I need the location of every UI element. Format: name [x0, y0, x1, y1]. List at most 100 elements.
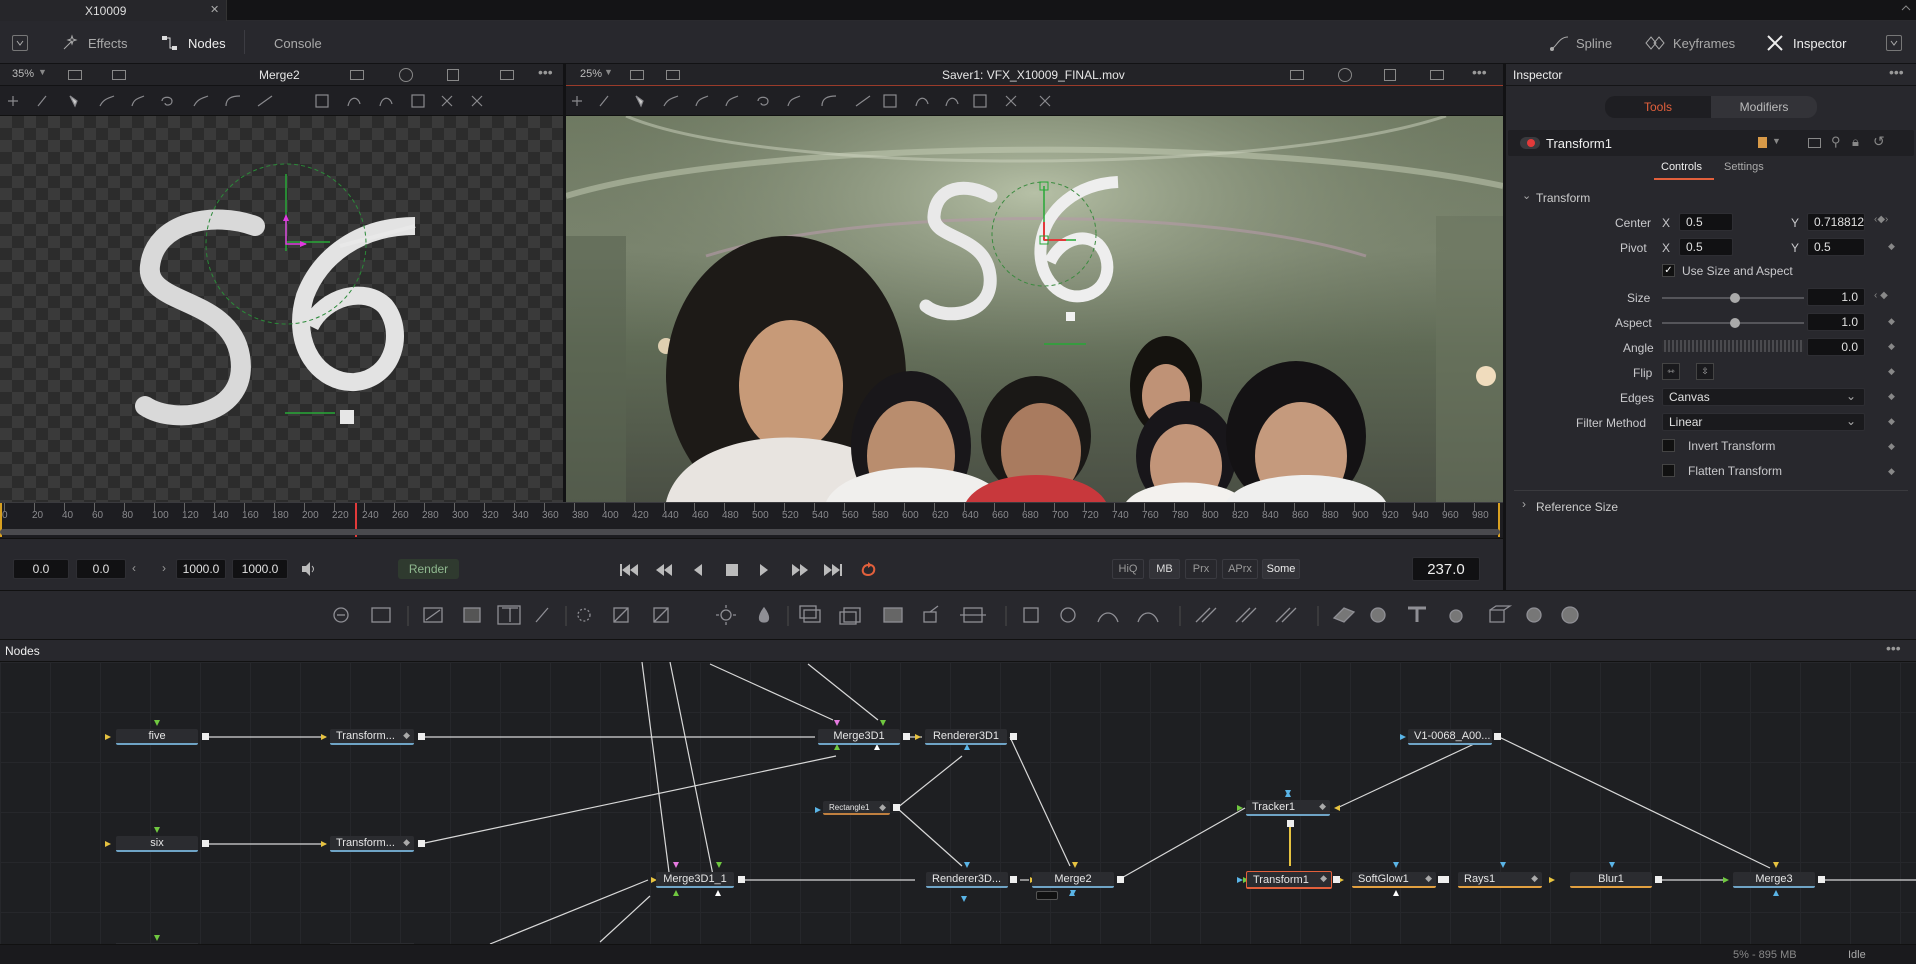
- chevron-down-icon[interactable]: ▼: [604, 67, 613, 77]
- node-v1-footage[interactable]: V1-0068_A00...: [1408, 729, 1492, 745]
- lock-icon[interactable]: 🔒︎: [1852, 134, 1859, 150]
- inspector-more-icon[interactable]: •••: [1889, 64, 1904, 80]
- viewer-right-more-icon[interactable]: •••: [1472, 64, 1487, 80]
- invert-transform-checkbox[interactable]: [1662, 439, 1675, 452]
- node-merge3d1-1[interactable]: Merge3D1_1: [656, 872, 734, 888]
- node-merge2[interactable]: Merge2: [1032, 872, 1114, 888]
- hiq-button[interactable]: HiQ: [1112, 559, 1144, 579]
- chevron-down-icon[interactable]: ⌄: [1522, 189, 1531, 202]
- angle-field[interactable]: 0.0: [1807, 338, 1865, 356]
- document-tab[interactable]: X10009 ✕: [0, 0, 227, 21]
- node-rectangle1[interactable]: Rectangle1 ◆: [823, 801, 890, 815]
- chevron-down-icon[interactable]: ▼: [38, 67, 47, 77]
- pin-icon[interactable]: ⚲: [1831, 134, 1841, 150]
- node-transform-a[interactable]: Transform... ◆: [330, 729, 414, 745]
- section-reference-size[interactable]: Reference Size: [1536, 500, 1618, 514]
- use-size-aspect-checkbox[interactable]: ✓: [1662, 264, 1675, 277]
- viewer-left-canvas[interactable]: [0, 116, 563, 502]
- node-graph-canvas[interactable]: five Transform... ◆ Merge3D1 Renderer3D1 …: [0, 662, 1916, 944]
- viewer-right-lut-icon[interactable]: [666, 70, 680, 80]
- center-x-field[interactable]: 0.5: [1679, 213, 1733, 231]
- viewer-left-lut-icon[interactable]: [112, 70, 126, 80]
- flip-vertical-button[interactable]: ⇳: [1696, 363, 1714, 380]
- prx-button[interactable]: Prx: [1185, 559, 1217, 579]
- viewer-left-layout-icon[interactable]: [68, 70, 82, 80]
- close-icon[interactable]: ✕: [210, 3, 219, 16]
- timeline-ruler[interactable]: 0 20 40 60 80 100 120 140 160 180 200 220 240 260 280 3…: [0, 502, 1503, 537]
- reset-icon[interactable]: ↺: [1873, 133, 1885, 150]
- keyframe-nav-icon[interactable]: ‹ ◆: [1874, 290, 1888, 301]
- center-y-field[interactable]: 0.718812: [1807, 213, 1865, 231]
- flatten-transform-checkbox[interactable]: [1662, 464, 1675, 477]
- viewer-right-zoom[interactable]: 25%: [580, 68, 602, 80]
- timeline-scrollbar[interactable]: [0, 529, 1500, 535]
- aprx-button[interactable]: APrx: [1222, 559, 1258, 579]
- chevron-down-icon[interactable]: ▼: [1772, 136, 1781, 146]
- node-five[interactable]: five: [116, 729, 198, 745]
- tab-modifiers[interactable]: Modifiers: [1711, 96, 1817, 118]
- node-transform1[interactable]: Transform1 ◆: [1246, 871, 1332, 889]
- viewer-left-aspect-icon[interactable]: [500, 70, 514, 80]
- some-button[interactable]: Some: [1262, 559, 1300, 579]
- current-frame-field[interactable]: 237.0: [1412, 557, 1480, 581]
- size-slider-knob[interactable]: [1730, 293, 1740, 303]
- aspect-slider-knob[interactable]: [1730, 318, 1740, 328]
- keyframe-icon[interactable]: ◆: [1888, 366, 1895, 377]
- speaker-icon[interactable]: [300, 561, 318, 577]
- panel-toggle-icon[interactable]: [12, 35, 28, 51]
- viewer-left-zoom[interactable]: 35%: [12, 68, 34, 80]
- viewer-right-roi-icon[interactable]: [1290, 70, 1304, 80]
- node-merge3[interactable]: Merge3: [1733, 872, 1815, 888]
- inspector-button[interactable]: Inspector: [1765, 32, 1846, 54]
- keyframe-icon[interactable]: ◆: [1888, 441, 1895, 452]
- size-slider[interactable]: [1662, 293, 1804, 303]
- keyframe-icon[interactable]: ◆: [1888, 316, 1895, 327]
- viewer-right-tool-icons[interactable]: [566, 86, 1166, 116]
- viewer-left-more-icon[interactable]: •••: [538, 64, 553, 80]
- end-time-field[interactable]: 1000.0: [232, 559, 288, 579]
- aspect-slider[interactable]: [1662, 318, 1804, 328]
- out-time-field[interactable]: 1000.0: [176, 559, 226, 579]
- node-tracker1[interactable]: Tracker1 ◆: [1246, 800, 1330, 816]
- keyframe-icon[interactable]: ◆: [1888, 341, 1895, 352]
- nodes-button[interactable]: Nodes: [160, 32, 226, 54]
- layout-menu-icon[interactable]: [1886, 35, 1902, 51]
- chevron-left-icon[interactable]: ‹: [132, 561, 136, 575]
- mb-button[interactable]: MB: [1149, 559, 1180, 579]
- section-transform[interactable]: Transform: [1536, 191, 1590, 205]
- version-icon[interactable]: [1808, 138, 1821, 148]
- flip-horizontal-button[interactable]: ⇿: [1662, 363, 1680, 380]
- effects-tool-icons[interactable]: [330, 600, 1590, 630]
- viewer-left-channel-icon[interactable]: [399, 68, 413, 82]
- node-rays1[interactable]: Rays1 ◆: [1458, 872, 1542, 888]
- keyframe-icon[interactable]: ◆: [1888, 391, 1895, 402]
- pivot-y-field[interactable]: 0.5: [1807, 238, 1865, 256]
- node-renderer3d2[interactable]: Renderer3D...: [926, 872, 1008, 888]
- node-renderer3d1[interactable]: Renderer3D1: [925, 729, 1007, 745]
- viewer-right-layout-icon[interactable]: [630, 70, 644, 80]
- render-button[interactable]: Render: [398, 559, 459, 579]
- tool-enable-toggle[interactable]: [1520, 137, 1540, 149]
- start-time-field[interactable]: 0.0: [13, 559, 69, 579]
- angle-thumbwheel[interactable]: [1662, 340, 1804, 352]
- chevron-right-icon[interactable]: ›: [162, 561, 166, 575]
- node-six[interactable]: six: [116, 836, 198, 852]
- keyframe-nav-icon[interactable]: ‹◆›: [1874, 214, 1888, 225]
- keyframe-icon[interactable]: ◆: [1888, 241, 1895, 252]
- node-merge3d1[interactable]: Merge3D1: [818, 729, 900, 745]
- in-time-field[interactable]: 0.0: [76, 559, 126, 579]
- effects-button[interactable]: Effects: [60, 32, 128, 54]
- keyframe-icon[interactable]: ◆: [1888, 416, 1895, 427]
- tool-color-swatch[interactable]: [1758, 137, 1767, 148]
- nodes-panel-more-icon[interactable]: •••: [1886, 640, 1901, 656]
- edges-select[interactable]: Canvas ⌄: [1662, 388, 1865, 406]
- spline-button[interactable]: Spline: [1548, 32, 1612, 54]
- aspect-field[interactable]: 1.0: [1807, 313, 1865, 331]
- chevron-right-icon[interactable]: ›: [1522, 497, 1526, 511]
- node-transform-b[interactable]: Transform... ◆: [330, 836, 414, 852]
- viewer-left-grid-icon[interactable]: [447, 69, 459, 81]
- viewer-right-aspect-icon[interactable]: [1430, 70, 1444, 80]
- viewer-right-canvas[interactable]: [566, 116, 1503, 502]
- viewer-right-channel-icon[interactable]: [1338, 68, 1352, 82]
- viewer-right-grid-icon[interactable]: [1384, 69, 1396, 81]
